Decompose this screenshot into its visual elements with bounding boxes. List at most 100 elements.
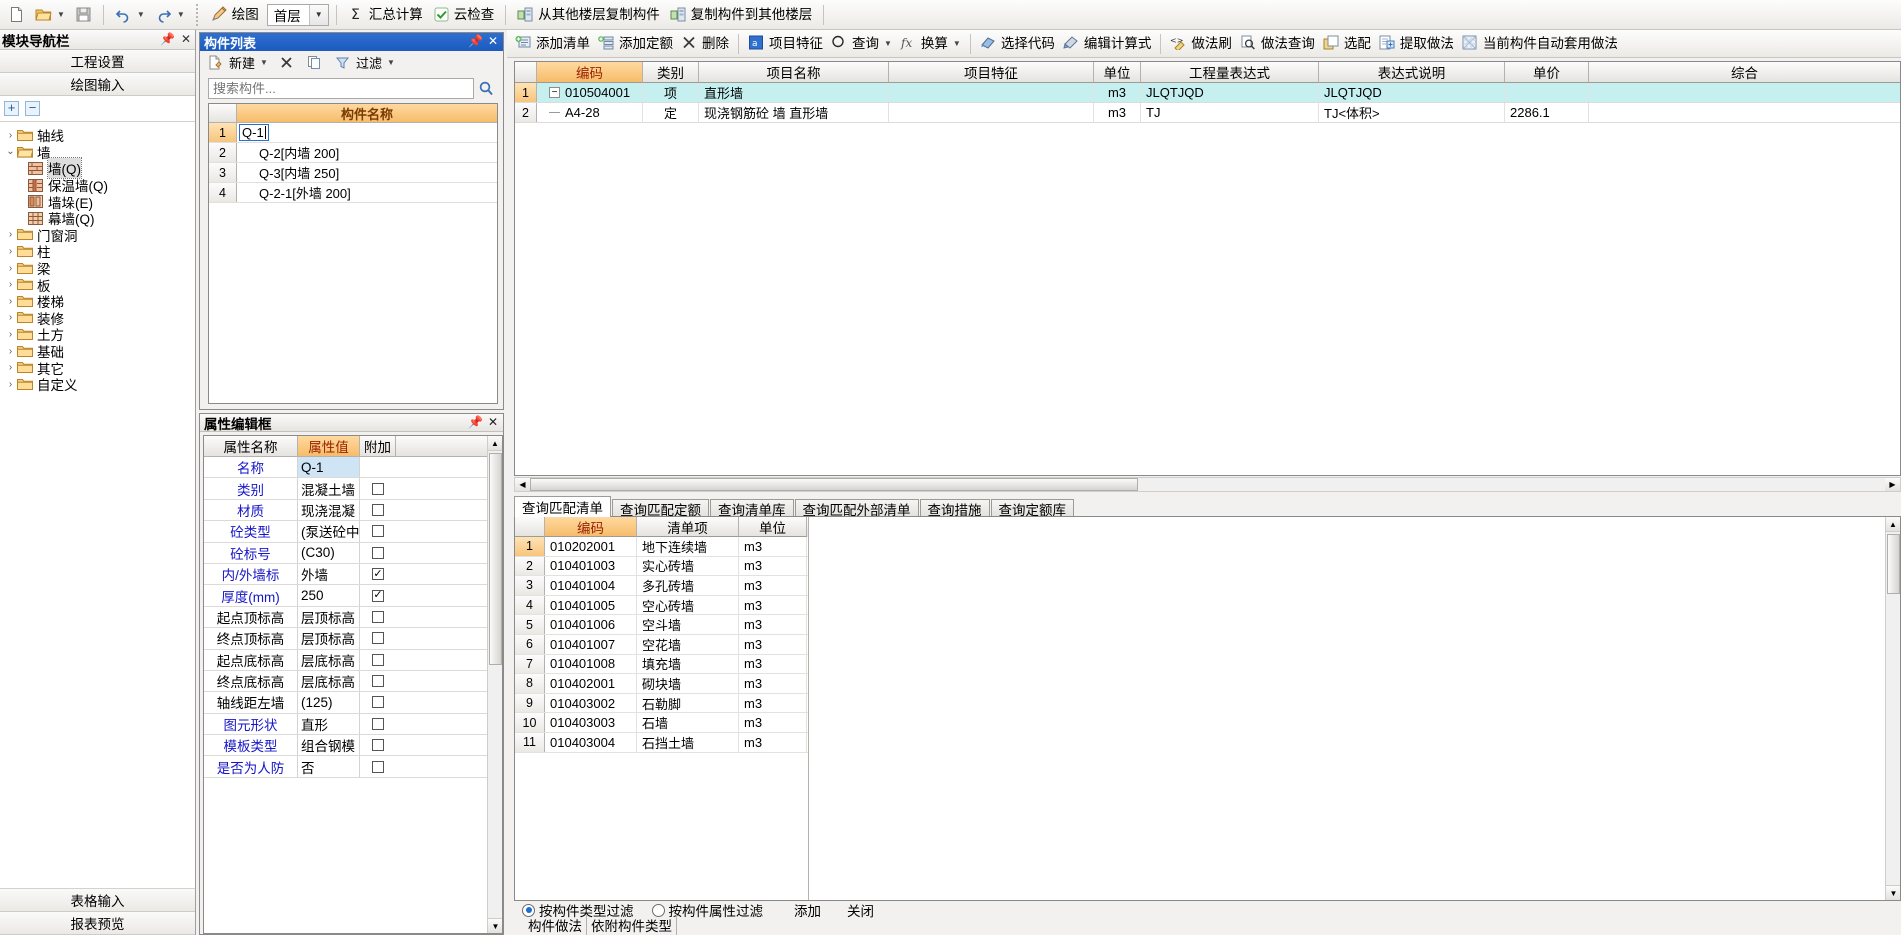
table-row[interactable]: 3 Q-3[内墙 250] [209,163,497,183]
project-settings-button[interactable]: 工程设置 [0,50,195,73]
tab-match-bill[interactable]: 查询匹配清单 [514,496,611,517]
scroll-down-icon[interactable]: ▼ [1886,885,1900,900]
property-value[interactable]: Q-1 [298,457,360,478]
pin-icon[interactable]: 📌 [160,32,175,46]
expand-collapse-icon[interactable]: − [549,87,560,98]
cell-item_name[interactable]: 直形墙 [699,83,889,102]
table-row[interactable]: 2 Q-2[内墙 200] [209,143,497,163]
query-button[interactable]: 查询 ▼ [827,32,896,56]
query-cell-idx[interactable]: 10 [515,713,545,732]
column-header-composite[interactable]: 综合 [1589,62,1900,83]
list-item[interactable]: 9 010403002 石勒脚 m3 [515,693,808,714]
delete-button[interactable]: 删除 [677,32,733,56]
query-cell-unit[interactable]: m3 [739,713,807,732]
query-cell-code[interactable]: 010401006 [545,615,637,634]
tree-item-folder[interactable]: › 轴线 [0,127,195,144]
chevron-right-icon[interactable]: › [4,246,17,257]
tree-item-folder[interactable]: › 板 [0,276,195,294]
tab-bill-library[interactable]: 查询清单库 [710,499,794,518]
property-value[interactable]: 混凝土墙 [298,478,360,499]
edit-formula-button[interactable]: 编辑计算式 [1059,32,1156,56]
select-code-button[interactable]: 选择代码 [976,32,1059,56]
draw-input-button[interactable]: 绘图输入 [0,73,195,96]
query-cell-idx[interactable]: 5 [515,615,545,634]
query-cell-idx[interactable]: 4 [515,595,545,615]
checkbox-unchecked-icon[interactable] [372,503,384,516]
property-value[interactable]: (C30) [298,542,360,563]
query-column-header-code[interactable]: 编码 [545,517,637,537]
add-quota-button[interactable]: 添加定额 [594,32,677,56]
query-cell-bill_item[interactable]: 空花墙 [637,634,739,654]
property-row[interactable]: 是否为人防否 [204,756,502,778]
table-input-button[interactable]: 表格输入 [0,889,195,912]
draw-button[interactable]: 绘图 [207,3,263,27]
checkbox-unchecked-icon[interactable] [372,546,384,559]
column-header-idx[interactable] [515,62,537,83]
checkbox-unchecked-icon[interactable] [372,739,384,752]
query-cell-bill_item[interactable]: 多孔砖墙 [637,576,739,595]
chevron-right-icon[interactable]: › [4,279,17,290]
property-value[interactable]: 250 [298,585,360,606]
auto-apply-method-button[interactable]: 当前构件自动套用做法 [1458,32,1622,56]
property-value[interactable]: 层顶标高 [298,628,360,649]
tree-item-leaf[interactable]: 墙垛(E) [0,193,195,211]
property-row[interactable]: 终点顶标高 层顶标高 [204,628,502,650]
query-cell-bill_item[interactable]: 砌块墙 [637,674,739,693]
query-cell-unit[interactable]: m3 [739,654,807,674]
cell-unit_price[interactable]: 2286.1 [1505,103,1589,122]
property-row[interactable]: 厚度(mm) 250 ✓ [204,585,502,607]
chevron-right-icon[interactable]: › [4,379,17,390]
cell-composite[interactable] [1589,83,1900,102]
property-value[interactable]: 现浇混凝 [298,499,360,521]
property-row[interactable]: 类别 混凝土墙 [204,478,502,500]
query-cell-code[interactable]: 010401005 [545,595,637,615]
query-cell-unit[interactable]: m3 [739,732,807,752]
scrollbar-thumb[interactable] [1887,534,1900,594]
query-cell-code[interactable]: 010401004 [545,576,637,595]
cell-item_feature[interactable] [889,83,1094,102]
tab-quota-library[interactable]: 查询定额库 [990,499,1074,518]
query-cell-idx[interactable]: 3 [515,576,545,595]
property-row[interactable]: 名称 Q-1 [204,457,502,479]
search-icon[interactable] [474,80,498,97]
list-item[interactable]: 4 010401005 空心砖墙 m3 [515,595,808,616]
column-header-unit[interactable]: 单位 [1094,62,1141,83]
query-cell-code[interactable]: 010402001 [545,674,637,693]
property-value[interactable]: 直形 [298,713,360,735]
tab-external-bill[interactable]: 查询匹配外部清单 [794,499,919,518]
select-match-button[interactable]: 选配 [1319,32,1375,56]
checkbox-unchecked-icon[interactable] [372,632,384,645]
query-cell-code[interactable]: 010403003 [545,713,637,732]
expand-all-button[interactable]: + [4,101,19,116]
query-cell-code[interactable]: 010202001 [545,537,637,556]
table-row[interactable]: 2 A4-28 定现浇钢筋砼 墙 直形墙 m3 TJ TJ<体积> 2286.1 [515,103,1900,123]
tab-match-quota[interactable]: 查询匹配定额 [612,499,709,518]
query-cell-idx[interactable]: 11 [515,732,545,752]
table-row[interactable]: 1−010504001 项直形墙 m3 JLQTJQD JLQTJQD [515,83,1900,103]
scrollbar-thumb[interactable] [530,478,1138,491]
cell-unit[interactable]: m3 [1094,103,1141,122]
property-row[interactable]: 内/外墙标 外墙 ✓ [204,563,502,586]
tree-item-folder[interactable]: › 柱 [0,243,195,260]
tab-attached-component-type[interactable]: 依附构件类型 [587,915,677,935]
property-row[interactable]: 终点底标高 层底标高 [204,670,502,693]
cell-qty_expr[interactable]: TJ [1141,103,1319,122]
chevron-down-icon[interactable]: ⌄ [4,146,17,157]
query-cell-idx[interactable]: 9 [515,693,545,713]
property-row[interactable]: 图元形状 直形 [204,713,502,736]
chevron-right-icon[interactable]: › [4,130,17,141]
cell-expr_desc[interactable]: JLQTJQD [1319,83,1505,102]
property-row[interactable]: 轴线距左墙 (125) [204,692,502,714]
tree-item-folder[interactable]: › 其它 [0,359,195,377]
cell-idx[interactable]: 2 [515,103,537,122]
list-item[interactable]: 2 010401003 实心砖墙 m3 [515,556,808,577]
tab-component-method[interactable]: 构件做法 [524,915,587,935]
property-value[interactable]: 否 [298,756,360,777]
query-cell-unit[interactable]: m3 [739,556,807,576]
column-header-item_name[interactable]: 项目名称 [699,62,889,83]
close-icon[interactable]: ✕ [488,34,498,48]
cell-expr_desc[interactable]: TJ<体积> [1319,103,1505,122]
property-row[interactable]: 材质 现浇混凝 [204,499,502,522]
list-item[interactable]: 11 010403004 石挡土墙 m3 [515,732,808,753]
checkbox-unchecked-icon[interactable] [372,482,384,495]
